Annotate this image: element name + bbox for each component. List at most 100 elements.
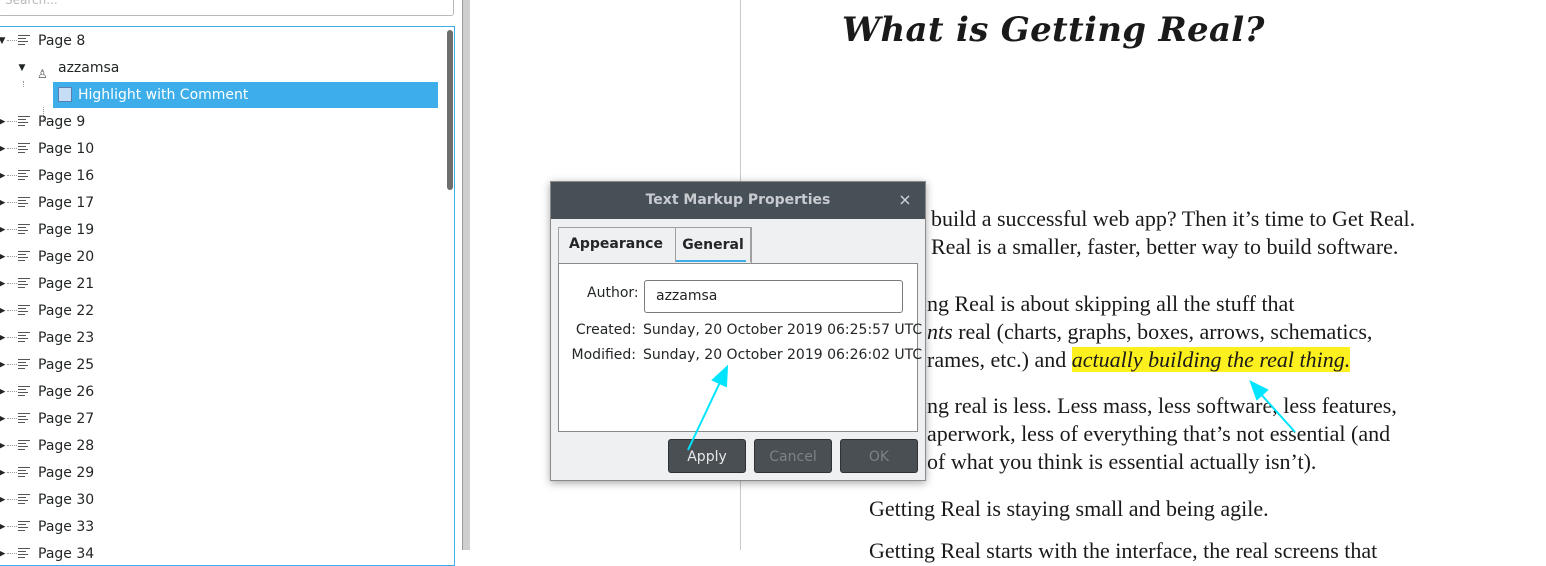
document-text-line: ng real is less. Less mass, less softwar…: [927, 393, 1397, 418]
collapsed-arrow-icon[interactable]: ▶: [0, 460, 7, 486]
expanded-arrow-icon[interactable]: ▼: [0, 28, 7, 54]
collapsed-arrow-icon[interactable]: ▶: [0, 406, 7, 432]
tree-item-label: Page 29: [38, 465, 95, 481]
tree-item-page[interactable]: ▶ Page 27: [0, 406, 449, 432]
user-icon: ♙: [37, 67, 48, 81]
collapsed-arrow-icon[interactable]: ▶: [0, 514, 7, 540]
tree-item-page[interactable]: ▶ Page 25: [0, 352, 449, 378]
document-text-emphasis: nts: [927, 319, 953, 344]
tree-item-label: Page 19: [38, 222, 95, 238]
collapsed-arrow-icon[interactable]: ▶: [0, 190, 7, 216]
document-text-line: rames, etc.) and actually building the r…: [927, 347, 1351, 373]
document-text: real (charts, graphs, boxes, arrows, sch…: [952, 319, 1373, 344]
page-icon: [18, 386, 30, 397]
tree-item-page[interactable]: ▶ Page 23: [0, 325, 449, 351]
document-text-line: build a successful web app? Then it’s ti…: [931, 206, 1416, 231]
tree-connector: [7, 229, 17, 230]
tree-connector: [7, 364, 17, 365]
dialog-title: Text Markup Properties: [645, 192, 831, 208]
tree-item-page[interactable]: ▶ Page 22: [0, 298, 449, 324]
tree-item-label: azzamsa: [58, 60, 120, 76]
tree-connector: [7, 283, 17, 284]
collapsed-arrow-icon[interactable]: ▶: [0, 352, 7, 378]
collapsed-arrow-icon[interactable]: ▶: [0, 217, 7, 243]
tree-connector: [7, 175, 17, 176]
tree-item-label: Page 22: [38, 303, 95, 319]
apply-button[interactable]: Apply: [668, 439, 746, 473]
cancel-button[interactable]: Cancel: [754, 439, 832, 473]
ok-button[interactable]: OK: [840, 439, 918, 473]
highlighted-text[interactable]: actually building the real thing.: [1071, 347, 1351, 372]
modified-label: Modified:: [571, 347, 636, 363]
created-label: Created:: [575, 322, 636, 338]
tree-item-page[interactable]: ▶ Page 29: [0, 460, 449, 486]
tree-connector: [7, 526, 17, 527]
tree-item-annotation-selected[interactable]: Highlight with Comment: [53, 82, 438, 108]
page-icon: [18, 35, 30, 46]
tab-general[interactable]: General: [675, 227, 751, 262]
tree-item-label: Page 27: [38, 411, 95, 427]
collapsed-arrow-icon[interactable]: ▶: [0, 379, 7, 405]
document-text-line: Getting Real is staying small and being …: [869, 496, 1269, 521]
tree-item-author[interactable]: ▼ ♙ azzamsa: [0, 55, 449, 81]
collapsed-arrow-icon[interactable]: ▶: [0, 298, 7, 324]
dialog-titlebar[interactable]: Text Markup Properties ×: [551, 182, 925, 219]
tree-item-page[interactable]: ▶ Page 16: [0, 163, 449, 189]
document-text-line: nts real (charts, graphs, boxes, arrows,…: [927, 319, 1372, 345]
tree-item-page[interactable]: ▶ Page 21: [0, 271, 449, 297]
tree-item-label: Page 33: [38, 519, 95, 535]
tree-item-label: Page 25: [38, 357, 95, 373]
annotation-search-input[interactable]: Search...: [0, 0, 454, 16]
expanded-arrow-icon[interactable]: ▼: [17, 55, 27, 81]
active-tab-indicator: [676, 260, 746, 262]
page-icon: [18, 305, 30, 316]
collapsed-arrow-icon[interactable]: ▶: [0, 433, 7, 459]
tree-item-page[interactable]: ▶ Page 33: [0, 514, 449, 540]
document-text-line: aperwork, less of everything that’s not …: [927, 421, 1391, 446]
document-text: rames, etc.) and: [927, 347, 1072, 372]
tree-scrollbar[interactable]: [447, 30, 453, 190]
author-input[interactable]: azzamsa: [644, 280, 903, 313]
panel-splitter[interactable]: [462, 0, 470, 550]
collapsed-arrow-icon[interactable]: ▶: [0, 325, 7, 351]
page-icon: [18, 278, 30, 289]
tree-connector: [7, 256, 17, 257]
text-markup-properties-dialog: Text Markup Properties × Appearance Gene…: [550, 181, 926, 481]
tree-connector: [7, 472, 17, 473]
document-text-line: Getting Real starts with the interface, …: [869, 538, 1378, 563]
tree-item-page-8[interactable]: ▼ Page 8: [0, 28, 449, 54]
tree-item-page[interactable]: ▶ Page 9: [0, 109, 449, 135]
collapsed-arrow-icon[interactable]: ▶: [0, 244, 7, 270]
collapsed-arrow-icon[interactable]: ▶: [0, 271, 7, 297]
tree-item-page[interactable]: ▶ Page 17: [0, 190, 449, 216]
tree-item-page[interactable]: ▶ Page 19: [0, 217, 449, 243]
page-icon: [18, 359, 30, 370]
page-icon: [18, 440, 30, 451]
collapsed-arrow-icon[interactable]: ▶: [0, 136, 7, 162]
annotation-tree[interactable]: ▼ Page 8 ▼ ♙ azzamsa Highlight with Comm…: [0, 26, 455, 566]
tree-item-page[interactable]: ▶ Page 20: [0, 244, 449, 270]
tree-item-page[interactable]: ▶ Page 26: [0, 379, 449, 405]
collapsed-arrow-icon[interactable]: ▶: [0, 541, 7, 565]
author-label: Author:: [587, 285, 639, 301]
page-icon: [18, 494, 30, 505]
tree-connector: [7, 445, 17, 446]
tree-item-label: Page 8: [38, 33, 86, 49]
tree-item-page[interactable]: ▶ Page 28: [0, 433, 449, 459]
collapsed-arrow-icon[interactable]: ▶: [0, 163, 7, 189]
page-icon: [18, 143, 30, 154]
tree-item-page[interactable]: ▶ Page 10: [0, 136, 449, 162]
tree-connector: [7, 121, 17, 122]
collapsed-arrow-icon[interactable]: ▶: [0, 487, 7, 513]
tree-item-label: Page 28: [38, 438, 95, 454]
collapsed-arrow-icon[interactable]: ▶: [0, 109, 7, 135]
page-icon: [18, 224, 30, 235]
tree-item-page[interactable]: ▶ Page 30: [0, 487, 449, 513]
general-tab-panel: Author: azzamsa Created: Sunday, 20 Octo…: [558, 263, 922, 432]
tab-appearance[interactable]: Appearance: [561, 227, 671, 262]
close-icon[interactable]: ×: [897, 191, 913, 209]
tree-item-page[interactable]: ▶ Page 34: [0, 541, 449, 565]
page-icon: [18, 332, 30, 343]
tree-connector: [7, 337, 17, 338]
page-icon: [18, 251, 30, 262]
